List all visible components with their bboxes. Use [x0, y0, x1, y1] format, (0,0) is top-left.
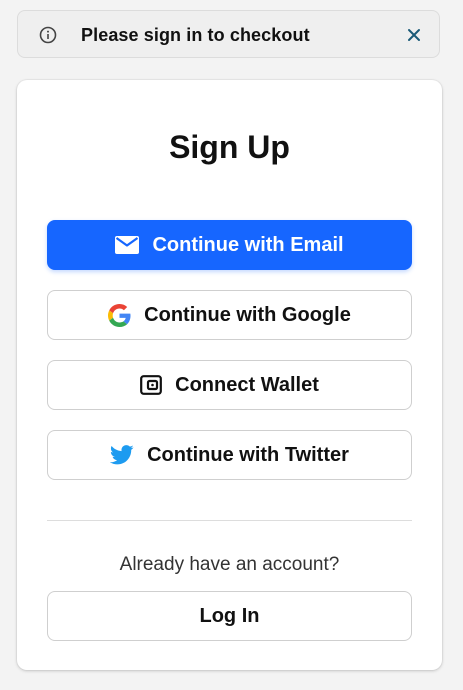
twitter-button-label: Continue with Twitter: [147, 443, 349, 466]
continue-with-twitter-button[interactable]: Continue with Twitter: [47, 430, 412, 480]
email-button-label: Continue with Email: [152, 233, 344, 256]
google-button-label: Continue with Google: [144, 303, 351, 326]
continue-with-google-button[interactable]: Continue with Google: [47, 290, 412, 340]
continue-with-email-button[interactable]: Continue with Email: [47, 220, 412, 270]
page-title: Sign Up: [169, 129, 290, 165]
already-have-account-text: Already have an account?: [119, 554, 340, 575]
wallet-button-label: Connect Wallet: [175, 373, 319, 396]
wallet-icon: [140, 375, 163, 395]
notice-text: Please sign in to checkout: [81, 25, 310, 45]
signup-card: Sign Up Continue with Email Continue wit…: [17, 80, 442, 670]
google-icon: [108, 303, 131, 327]
log-in-button[interactable]: Log In: [47, 591, 412, 641]
info-icon: [39, 26, 57, 44]
divider: [47, 520, 412, 521]
close-icon[interactable]: [406, 27, 422, 43]
connect-wallet-button[interactable]: Connect Wallet: [47, 360, 412, 410]
signin-notice: Please sign in to checkout: [17, 10, 440, 58]
twitter-icon: [110, 445, 134, 465]
mail-icon: [115, 236, 140, 254]
log-in-button-label: Log In: [199, 604, 260, 627]
